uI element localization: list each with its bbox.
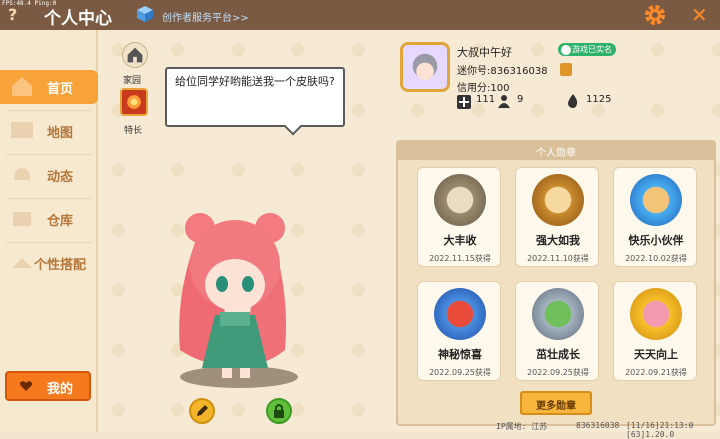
medal-card[interactable]: 强大如我 2022.11.10获得 xyxy=(515,167,599,267)
sidebar-item-feed[interactable]: 动态 xyxy=(0,158,98,192)
medal-name: 快乐小伙伴 xyxy=(628,234,684,247)
verified-text: 游戏已实名 xyxy=(572,45,612,54)
skill-icon[interactable] xyxy=(120,88,148,116)
sidebar-item-label: 个性搭配 xyxy=(33,258,86,273)
ip-location: IP属地: 江苏 xyxy=(496,422,548,431)
divider xyxy=(6,110,92,111)
stat-likes: 111 xyxy=(476,94,496,105)
top-bar: FPS:48.4 Ping:0 ? 个人中心 创作者服务平台>> ✕ xyxy=(0,0,720,30)
sidebar-item-storage[interactable]: 仓库 xyxy=(0,202,98,236)
medal-name: 大丰收 xyxy=(443,234,477,247)
check-icon xyxy=(561,45,571,55)
medal-card[interactable]: 大丰收 2022.11.15获得 xyxy=(417,167,501,267)
pencil-icon xyxy=(197,405,208,416)
username: 大叔中午好 xyxy=(457,46,512,59)
sidebar: 首页 地图 动态 仓库 个性搭配 我的 xyxy=(0,30,98,432)
medal-date: 2022.09.25获得 xyxy=(429,368,491,377)
stat-friends: 9 xyxy=(517,94,524,105)
verified-badge: 游戏已实名 xyxy=(558,43,616,56)
mine-button-label: 我的 xyxy=(47,382,74,397)
medal-icon xyxy=(434,288,486,340)
gear-icon[interactable] xyxy=(643,3,667,27)
people-icon xyxy=(498,95,510,108)
skill-label: 特长 xyxy=(124,126,143,136)
footer-time: [11/16]21:13:0 [63]1.20.0 xyxy=(626,421,694,439)
medal-icon xyxy=(630,288,682,340)
medal-icon xyxy=(532,174,584,226)
creator-platform-link[interactable]: 创作者服务平台>> xyxy=(162,9,249,24)
medal-date: 2022.11.10获得 xyxy=(527,254,589,263)
lock-button[interactable] xyxy=(266,398,292,424)
medal-date: 2022.09.21获得 xyxy=(625,368,687,377)
medals-header: 个人勋章 xyxy=(398,142,714,160)
divider xyxy=(6,198,92,199)
medals-title: 个人勋章 xyxy=(536,148,576,159)
credit-score: 信用分:100 xyxy=(457,83,510,94)
sidebar-item-home[interactable]: 首页 xyxy=(0,70,98,104)
medal-card[interactable]: 快乐小伙伴 2022.10.02获得 xyxy=(613,167,697,267)
medal-card[interactable]: 天天向上 2022.09.21获得 xyxy=(613,281,697,381)
medal-icon xyxy=(434,174,486,226)
homestead-icon[interactable] xyxy=(122,42,148,68)
note-icon[interactable] xyxy=(560,63,572,76)
plus-icon xyxy=(457,95,471,109)
sidebar-item-label: 地图 xyxy=(46,126,73,141)
homestead-label: 家园 xyxy=(123,76,142,86)
footer-id: 836316038 xyxy=(576,421,620,430)
heart-icon xyxy=(19,381,33,391)
divider xyxy=(6,242,92,243)
flame-icon xyxy=(568,94,578,108)
lock-icon xyxy=(274,404,284,418)
avatar-character[interactable] xyxy=(160,200,310,385)
speech-bubble: 给位同学好哟能送我一个皮肤吗? xyxy=(165,67,345,136)
speech-text: 给位同学好哟能送我一个皮肤吗? xyxy=(175,75,335,88)
medal-card[interactable]: 茁壮成长 2022.09.25获得 xyxy=(515,281,599,381)
sidebar-item-map[interactable]: 地图 xyxy=(0,114,98,148)
edit-button[interactable] xyxy=(189,398,215,424)
more-medals-button[interactable]: 更多勋章 xyxy=(520,391,592,415)
sidebar-item-label: 动态 xyxy=(46,170,73,185)
close-icon[interactable]: ✕ xyxy=(691,3,708,27)
medal-date: 2022.11.15获得 xyxy=(429,254,491,263)
avatar[interactable] xyxy=(400,42,450,92)
mini-id: 迷你号:836316038 xyxy=(457,66,548,77)
more-medals-label: 更多勋章 xyxy=(536,401,576,412)
sidebar-item-label: 首页 xyxy=(46,82,73,97)
stat-popularity: 1125 xyxy=(586,94,612,105)
mine-button[interactable]: 我的 xyxy=(5,371,91,401)
medal-icon xyxy=(630,174,682,226)
medal-date: 2022.10.02获得 xyxy=(625,254,687,263)
sidebar-item-label: 仓库 xyxy=(46,214,73,229)
medal-name: 强大如我 xyxy=(536,234,580,247)
medal-card[interactable]: 神秘惊喜 2022.09.25获得 xyxy=(417,281,501,381)
page-title: 个人中心 xyxy=(44,9,112,29)
medal-date: 2022.09.25获得 xyxy=(527,368,589,377)
divider xyxy=(6,154,92,155)
medal-name: 神秘惊喜 xyxy=(438,348,482,361)
question-icon[interactable]: ? xyxy=(8,5,24,25)
sidebar-item-outfit[interactable]: 个性搭配 xyxy=(0,246,98,280)
medal-name: 茁壮成长 xyxy=(536,348,580,361)
medal-icon xyxy=(532,288,584,340)
cube-icon[interactable] xyxy=(136,5,154,23)
medal-name: 天天向上 xyxy=(634,348,678,361)
